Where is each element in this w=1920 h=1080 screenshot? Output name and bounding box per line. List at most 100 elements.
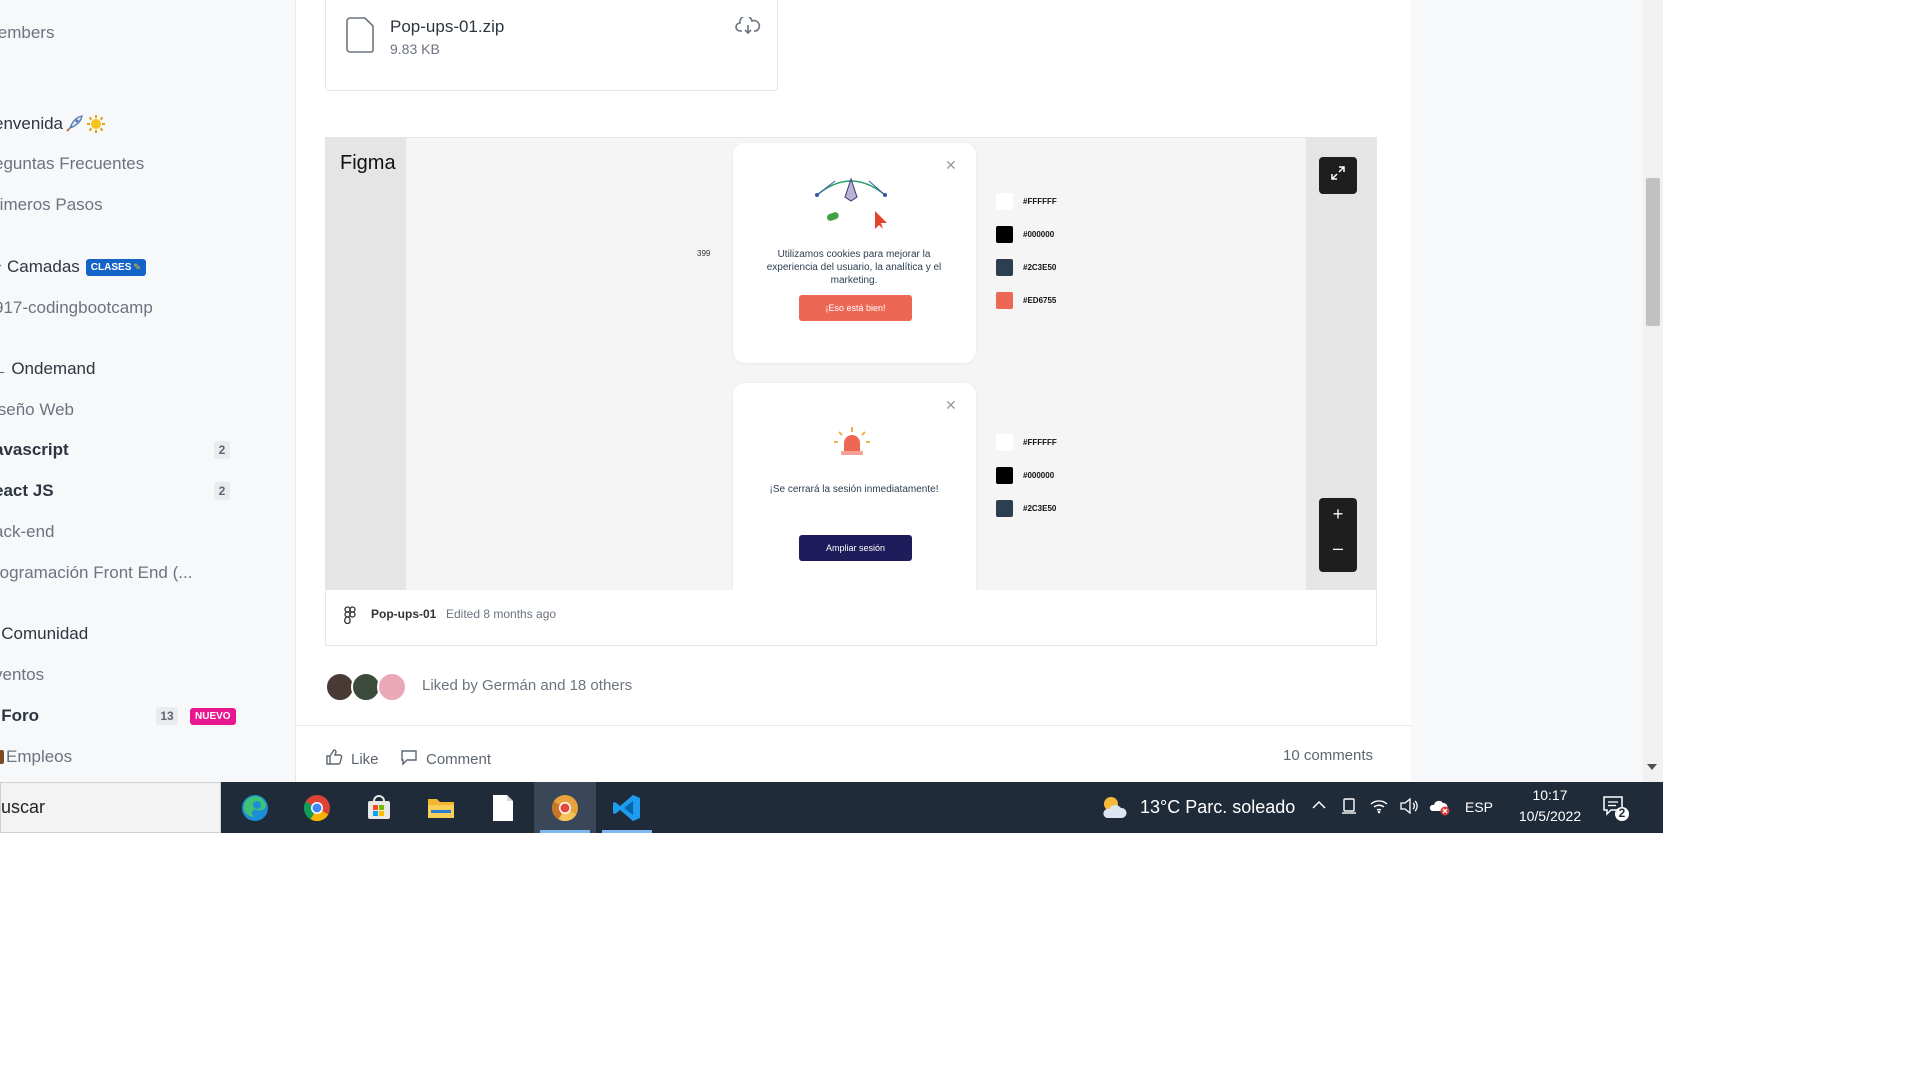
figma-edited-time: Edited 8 months ago <box>446 607 557 621</box>
swatch-chip <box>996 500 1013 517</box>
post-actions-bar: Like Comment <box>296 725 1411 782</box>
sidebar-item-preguntas[interactable]: eguntas Frecuentes <box>0 152 144 176</box>
chrome-icon[interactable] <box>286 782 348 833</box>
popup-extend-button: Ampliar sesión <box>799 535 912 561</box>
session-popup-mockup: ✕ ¡Se cerrará la sesión inmediatamente! … <box>733 383 976 590</box>
swatch-chip <box>996 226 1013 243</box>
swatch-chip <box>996 434 1013 451</box>
figma-footer[interactable]: Pop-ups-01 Edited 8 months ago <box>326 590 1376 645</box>
sidebar-item-label: eguntas Frecuentes <box>0 154 145 173</box>
comment-icon <box>400 748 418 770</box>
color-swatch: #FFFFFF <box>996 434 1057 451</box>
sidebar-item-back-end[interactable]: ack-end <box>0 520 54 544</box>
rocket-icon <box>63 113 85 135</box>
dimension-label: 399 <box>697 249 711 258</box>
sidebar-item-primeros-pasos[interactable]: rimeros Pasos <box>0 193 103 217</box>
sidebar-item-codingbootcamp[interactable]: 917-codingbootcamp <box>0 296 153 320</box>
volume-icon[interactable] <box>1399 797 1419 819</box>
edge-icon[interactable] <box>224 782 286 833</box>
popup-text: Utilizamos cookies para mejorar la exper… <box>766 249 942 286</box>
active-app-indicator <box>602 830 652 833</box>
right-gutter <box>1411 0 1643 782</box>
sidebar-item-foro[interactable]: ◖ Foro 13 NUEVO <box>0 704 236 728</box>
sidebar-item-react-js[interactable]: eact JS 2 <box>0 479 230 503</box>
popup-accept-button: ¡Eso está bien! <box>799 295 912 321</box>
nuevo-badge: NUEVO <box>190 707 236 725</box>
chrome-canary-icon[interactable] <box>534 782 596 833</box>
siren-icon <box>834 427 870 462</box>
liker-avatars[interactable] <box>325 672 407 702</box>
sidebar-item-label: Foro <box>1 706 40 725</box>
sidebar-item-label: ventos <box>0 665 45 684</box>
attachment-card[interactable]: Pop-ups-01.zip 9.83 KB <box>325 0 778 91</box>
unread-count: 2 <box>214 482 230 500</box>
weather-text[interactable]: 13°C Parc. soleado <box>1140 797 1295 818</box>
figma-embed[interactable]: Figma 399 ✕ Utilizamos cookies para mejo… <box>325 137 1377 646</box>
download-cloud-icon[interactable] <box>735 15 761 40</box>
language-indicator[interactable]: ESP <box>1465 799 1493 815</box>
vscode-icon[interactable] <box>596 782 658 833</box>
cookie-popup-mockup: ✕ Utilizamos cookies para mejorar la exp… <box>733 143 976 363</box>
unread-count: 13 <box>156 707 178 725</box>
sidebar-section-comunidad[interactable]: ◐ Comunidad <box>0 622 88 646</box>
taskbar-search-box[interactable]: uscar <box>0 782 221 833</box>
camadas-icon: ▾ <box>0 259 1 276</box>
close-icon: ✕ <box>945 397 957 413</box>
scrollbar-track[interactable] <box>1643 0 1663 782</box>
wifi-icon[interactable] <box>1369 798 1389 819</box>
expand-icon <box>1330 165 1346 186</box>
color-swatch: #000000 <box>996 226 1054 243</box>
clases-badge: CLASES ✎ <box>85 258 146 276</box>
scroll-down-arrow-icon[interactable] <box>1647 764 1657 770</box>
comments-count-link[interactable]: 10 comments <box>1283 747 1373 764</box>
sidebar-item-empleos[interactable]: Empleos <box>0 745 72 769</box>
chevron-up-icon[interactable] <box>1311 798 1327 817</box>
sidebar-section-camadas[interactable]: ▾ Camadas CLASES ✎ <box>0 255 146 279</box>
sidebar-item-label: Ondemand <box>11 359 96 378</box>
figma-canvas[interactable]: Figma 399 ✕ Utilizamos cookies para mejo… <box>326 138 1376 590</box>
sidebar-item-members[interactable]: lembers <box>0 21 54 45</box>
meet-now-icon[interactable] <box>1341 797 1357 820</box>
sidebar-item-label: eact JS <box>0 481 54 500</box>
clock-time[interactable]: 10:17 <box>1510 787 1590 803</box>
briefcase-icon <box>0 750 4 764</box>
sidebar-item-front-end[interactable]: rogramación Front End (... <box>0 561 192 585</box>
color-swatch: #2C3E50 <box>996 500 1056 517</box>
onedrive-error-icon[interactable] <box>1429 798 1451 821</box>
sidebar-item-eventos[interactable]: ventos <box>0 663 44 687</box>
comment-label: Comment <box>426 750 492 768</box>
file-size: 9.83 KB <box>390 41 440 57</box>
sidebar-item-label: envenida <box>0 114 64 133</box>
color-swatch: #FFFFFF <box>996 193 1057 210</box>
file-name[interactable]: Pop-ups-01.zip <box>390 17 504 37</box>
figma-file-name[interactable]: Pop-ups-01 <box>371 607 436 621</box>
figma-logo-icon <box>344 606 356 629</box>
sidebar-item-label: lembers <box>0 23 55 42</box>
notification-count: 2 <box>1618 806 1626 820</box>
like-button[interactable]: Like <box>325 748 379 770</box>
sidebar-item-label: 917-codingbootcamp <box>0 298 153 317</box>
scrollbar-thumb[interactable] <box>1646 178 1660 326</box>
zoom-in-button[interactable]: + <box>1319 504 1357 525</box>
notepad-icon[interactable] <box>472 782 534 833</box>
sidebar-item-label: rogramación Front End (... <box>0 563 193 582</box>
weather-icon[interactable] <box>1100 794 1128 825</box>
popup-text: ¡Se cerrará la sesión inmediatamente! <box>769 484 939 495</box>
sidebar-item-label: Camadas <box>7 257 80 276</box>
sidebar-item-diseno-web[interactable]: iseño Web <box>0 398 74 422</box>
store-icon[interactable] <box>348 782 410 833</box>
expand-button[interactable] <box>1319 157 1357 194</box>
file-icon <box>346 17 374 58</box>
sun-icon <box>85 113 107 135</box>
sidebar-section-ondemand[interactable]: ⊥ Ondemand <box>0 357 95 381</box>
sidebar-item-javascript[interactable]: avascript 2 <box>0 438 230 462</box>
zoom-out-button[interactable]: – <box>1319 538 1357 559</box>
thumbs-up-icon <box>325 748 343 770</box>
pencil-icon: ✎ <box>133 261 141 272</box>
sidebar-item-bienvenida[interactable]: envenida <box>0 112 107 136</box>
clock-date[interactable]: 10/5/2022 <box>1510 808 1590 824</box>
liked-by-text[interactable]: Liked by Germán and 18 others <box>422 677 632 694</box>
file-explorer-icon[interactable] <box>410 782 472 833</box>
comment-button[interactable]: Comment <box>400 748 491 770</box>
swatch-chip <box>996 259 1013 276</box>
